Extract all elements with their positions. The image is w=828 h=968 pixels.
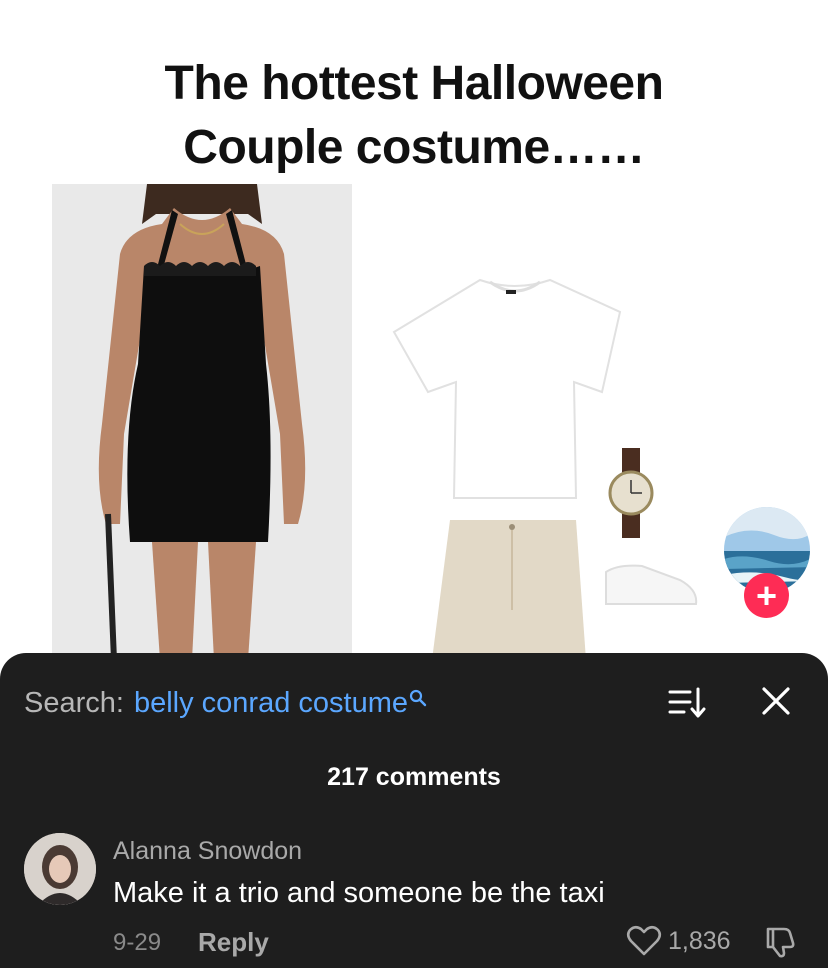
dislike-icon[interactable]: [762, 923, 798, 959]
related-search-link[interactable]: belly conrad costume: [134, 687, 408, 720]
plus-icon: +: [755, 574, 778, 616]
reply-button[interactable]: Reply: [198, 927, 269, 958]
video-overlay-title: The hottest Halloween Couple costume……: [0, 52, 828, 180]
comment-text: Make it a trio and someone be the taxi: [113, 877, 605, 909]
commenter-avatar[interactable]: [24, 833, 96, 905]
comments-sheet: Search: belly conrad costume 217 comment…: [0, 653, 828, 968]
like-count: 1,836: [668, 926, 731, 955]
sort-icon[interactable]: [666, 685, 706, 721]
comment-item: Alanna Snowdon Make it a trio and someon…: [0, 825, 828, 968]
dress-photo: [52, 184, 352, 660]
video-frame[interactable]: The hottest Halloween Couple costume…… +: [0, 0, 828, 660]
follow-button[interactable]: +: [744, 573, 789, 618]
related-search[interactable]: Search: belly conrad costume: [24, 683, 427, 723]
comment-author[interactable]: Alanna Snowdon: [113, 837, 302, 866]
overlay-title-line-1: The hottest Halloween: [164, 57, 664, 110]
search-prefix-label: Search:: [24, 686, 124, 719]
like-button[interactable]: 1,836: [626, 923, 731, 959]
comment-count: 217 comments: [327, 763, 501, 791]
outfit-flatlay: [380, 250, 720, 660]
comment-date: 9-29: [113, 929, 162, 956]
close-icon[interactable]: [760, 685, 792, 717]
heart-icon: [626, 925, 662, 956]
overlay-title-line-2: Couple costume……: [183, 121, 645, 174]
search-icon: [409, 682, 427, 715]
